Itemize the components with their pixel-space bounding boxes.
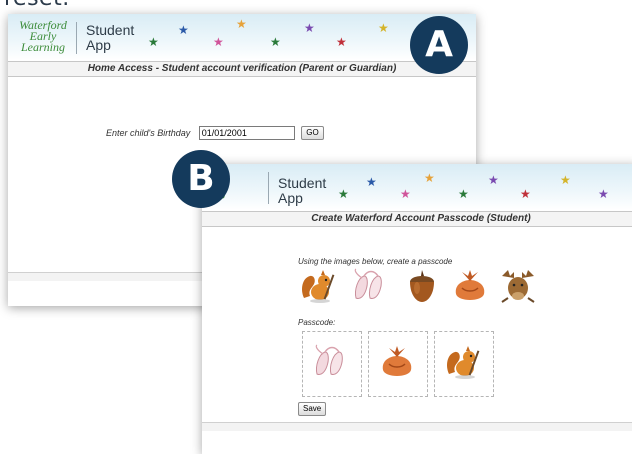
star-icon: ★ bbox=[178, 23, 189, 37]
app-name: Student App bbox=[278, 175, 327, 206]
passcode-slot[interactable] bbox=[368, 331, 428, 397]
star-icon: ★ bbox=[270, 35, 281, 49]
birthday-row: Enter child's Birthday 01/01/2001 GO bbox=[106, 126, 324, 140]
page-subtitle: Home Access - Student account verificati… bbox=[8, 61, 476, 77]
star-icon: ★ bbox=[148, 35, 159, 49]
star-icon: ★ bbox=[488, 173, 499, 187]
app-banner: d ng Student App ★ ★ ★ ★ ★ ★ ★ ★ ★ bbox=[202, 164, 632, 210]
squirrel-icon bbox=[443, 344, 483, 380]
birthday-input[interactable]: 01/01/2001 bbox=[198, 126, 295, 140]
create-passcode-window: d ng Student App ★ ★ ★ ★ ★ ★ ★ ★ ★ Creat… bbox=[202, 164, 632, 454]
callout-badge-b: B bbox=[172, 150, 230, 208]
go-button[interactable]: GO bbox=[301, 126, 324, 140]
acorn-icon[interactable] bbox=[402, 268, 442, 304]
logo-divider bbox=[268, 172, 269, 204]
squirrel-icon[interactable] bbox=[298, 268, 338, 304]
pouch-icon bbox=[377, 344, 417, 380]
callout-badge-a: A bbox=[410, 16, 468, 74]
intro-text: reset. bbox=[4, 0, 70, 11]
star-icon: ★ bbox=[336, 35, 347, 49]
logo-divider bbox=[76, 22, 77, 54]
footer-bar bbox=[202, 422, 632, 431]
birthday-label: Enter child's Birthday bbox=[106, 128, 191, 138]
star-icon: ★ bbox=[424, 171, 435, 185]
pouch-icon[interactable] bbox=[450, 268, 490, 304]
app-name: Student App bbox=[86, 22, 135, 53]
passcode-instruction: Using the images below, create a passcod… bbox=[298, 257, 453, 266]
star-icon: ★ bbox=[378, 21, 389, 35]
star-icon: ★ bbox=[560, 173, 571, 187]
star-icon: ★ bbox=[236, 17, 247, 31]
star-icon: ★ bbox=[213, 35, 224, 49]
passcode-label: Passcode: bbox=[298, 318, 336, 327]
ballet-shoes-icon[interactable] bbox=[350, 268, 390, 304]
save-button[interactable]: Save bbox=[298, 402, 327, 416]
star-icon: ★ bbox=[598, 187, 609, 201]
passcode-slot[interactable] bbox=[302, 331, 362, 397]
passcode-slot[interactable] bbox=[434, 331, 494, 397]
star-icon: ★ bbox=[458, 187, 469, 201]
star-icon: ★ bbox=[520, 187, 531, 201]
star-icon: ★ bbox=[400, 187, 411, 201]
app-banner: Waterford Early Learning Student App ★ ★… bbox=[8, 14, 476, 60]
waterford-logo: Waterford Early Learning bbox=[19, 18, 67, 54]
star-icon: ★ bbox=[366, 175, 377, 189]
star-icon: ★ bbox=[338, 187, 349, 201]
ballet-shoes-icon bbox=[311, 344, 351, 380]
page-subtitle: Create Waterford Account Passcode (Stude… bbox=[202, 211, 632, 227]
moose-icon[interactable] bbox=[498, 268, 538, 304]
star-icon: ★ bbox=[304, 21, 315, 35]
